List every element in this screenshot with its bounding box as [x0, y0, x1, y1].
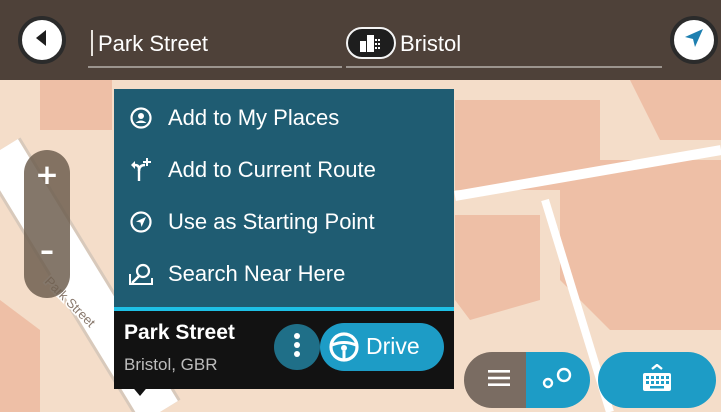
city-icon	[346, 27, 396, 59]
keyboard-icon	[641, 362, 673, 397]
menu-item-search-near-here[interactable]: Search Near Here	[114, 249, 454, 299]
street-search-field[interactable]: Park Street	[88, 20, 342, 68]
starting-point-icon	[126, 207, 156, 237]
menu-item-add-to-current-route[interactable]: Add to Current Route	[114, 145, 454, 195]
menu-item-add-to-my-places[interactable]: Add to My Places	[114, 93, 454, 143]
view-switch	[464, 352, 590, 408]
location-card[interactable]: Park Street Bristol, GBR Drive	[114, 311, 454, 389]
search-near-icon	[126, 259, 156, 289]
location-context-menu: Add to My Places Add to Current Route Us…	[114, 89, 454, 307]
add-route-icon	[126, 155, 156, 185]
zoom-out-button[interactable]: –	[24, 228, 70, 274]
navigation-arrow-icon	[683, 27, 705, 54]
list-view-button[interactable]	[464, 352, 534, 408]
city-search-field[interactable]: Bristol	[346, 20, 662, 68]
zoom-control: + –	[24, 150, 70, 298]
steering-wheel-icon	[328, 331, 360, 363]
drive-label: Drive	[366, 333, 420, 359]
menu-item-label: Add to Current Route	[168, 157, 376, 182]
location-title: Park Street	[124, 321, 235, 344]
menu-item-label: Search Near Here	[168, 261, 346, 286]
current-location-button[interactable]	[670, 16, 718, 64]
route-view-button[interactable]	[526, 352, 590, 408]
back-arrow-icon	[31, 27, 53, 54]
card-pointer	[130, 384, 150, 396]
street-input-value: Park Street	[98, 31, 209, 56]
menu-item-label: Use as Starting Point	[168, 209, 375, 234]
back-button[interactable]	[18, 16, 66, 64]
city-input-value: Bristol	[400, 31, 462, 56]
menu-item-use-as-starting-point[interactable]: Use as Starting Point	[114, 197, 454, 247]
search-bar: Park Street Bristol	[0, 0, 721, 80]
map-building	[40, 80, 112, 130]
my-places-icon	[126, 103, 156, 133]
route-points-icon	[542, 367, 574, 394]
more-options-button[interactable]	[274, 324, 320, 370]
location-subtitle: Bristol, GBR	[124, 355, 218, 374]
keyboard-button[interactable]	[598, 352, 716, 408]
menu-item-label: Add to My Places	[168, 105, 340, 130]
list-icon	[488, 369, 510, 391]
drive-button[interactable]: Drive	[320, 323, 444, 371]
text-caret	[91, 30, 93, 56]
zoom-in-button[interactable]: +	[24, 152, 70, 198]
vertical-dots-icon	[293, 332, 301, 363]
